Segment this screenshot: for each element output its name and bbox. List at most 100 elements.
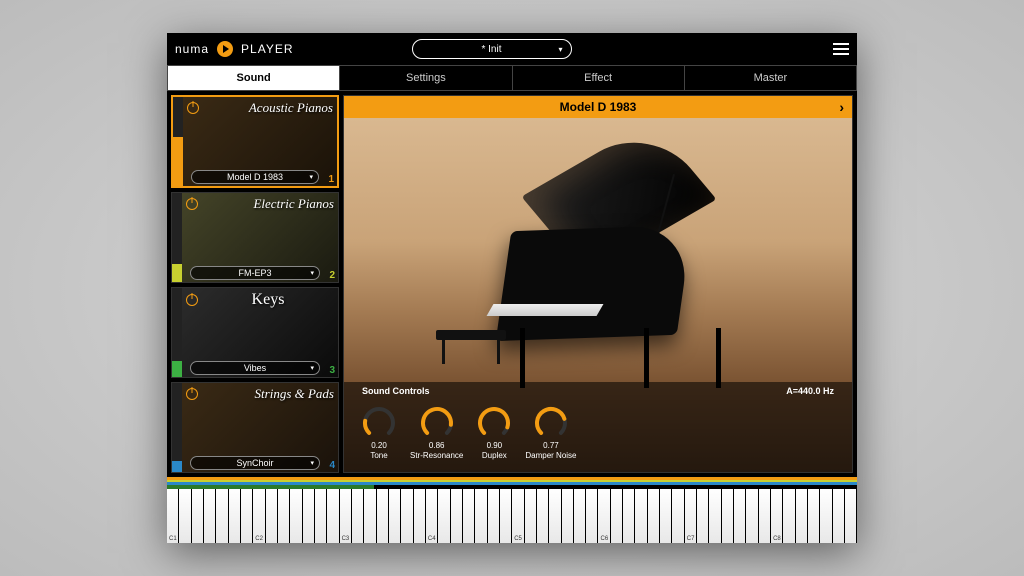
white-key[interactable] (377, 489, 389, 543)
brand-text-b: PLAYER (241, 42, 293, 56)
white-key[interactable] (216, 489, 228, 543)
white-key[interactable]: C3 (340, 489, 352, 543)
tab-effect[interactable]: Effect (513, 66, 685, 90)
white-key[interactable] (697, 489, 709, 543)
white-key[interactable]: C1 (167, 489, 179, 543)
white-key[interactable] (734, 489, 746, 543)
white-key[interactable] (475, 489, 487, 543)
hamburger-menu-icon[interactable] (833, 43, 849, 55)
white-key[interactable] (241, 489, 253, 543)
white-key[interactable] (820, 489, 832, 543)
white-key[interactable] (845, 489, 857, 543)
slot-4-title: Strings & Pads (202, 387, 334, 400)
grand-piano-graphic (484, 208, 744, 288)
white-key[interactable] (709, 489, 721, 543)
white-key[interactable] (648, 489, 660, 543)
octave-label: C2 (255, 536, 263, 542)
white-key[interactable] (303, 489, 315, 543)
white-key[interactable] (623, 489, 635, 543)
white-key[interactable] (672, 489, 684, 543)
preset-selector[interactable]: * Init (412, 39, 572, 59)
octave-label: C6 (600, 536, 608, 542)
white-key[interactable] (574, 489, 586, 543)
knob-duplex[interactable]: 0.90Duplex (477, 406, 511, 460)
play-logo-icon (217, 41, 233, 57)
slot-3[interactable]: Keys Vibes 3 (171, 287, 339, 378)
white-key[interactable] (401, 489, 413, 543)
white-key[interactable] (278, 489, 290, 543)
white-key[interactable] (722, 489, 734, 543)
white-key[interactable] (537, 489, 549, 543)
power-icon[interactable] (186, 388, 198, 400)
white-key[interactable] (500, 489, 512, 543)
slot-3-number: 3 (329, 365, 335, 376)
slot-2[interactable]: Electric Pianos FM-EP3 2 (171, 192, 339, 283)
white-key[interactable] (315, 489, 327, 543)
white-key[interactable] (759, 489, 771, 543)
white-key[interactable] (562, 489, 574, 543)
virtual-keyboard[interactable]: C1 C2 C3 C4 C5 C6 C7 C8 (167, 489, 857, 543)
slot-1-preset[interactable]: Model D 1983 (191, 170, 319, 184)
tab-master[interactable]: Master (685, 66, 856, 90)
tab-settings[interactable]: Settings (340, 66, 512, 90)
white-key[interactable] (796, 489, 808, 543)
tab-sound[interactable]: Sound (168, 66, 340, 90)
white-key[interactable] (204, 489, 216, 543)
controls-title: Sound Controls (362, 386, 430, 396)
body-area: Acoustic Pianos Model D 1983 1 Electric … (167, 91, 857, 477)
instrument-visual: Sound Controls A=440.0 Hz 0.20Tone 0.86S… (344, 118, 852, 472)
chevron-right-icon[interactable]: › (839, 99, 844, 115)
white-key[interactable]: C5 (512, 489, 524, 543)
white-key[interactable] (179, 489, 191, 543)
white-key[interactable] (833, 489, 845, 543)
slot-3-preset[interactable]: Vibes (190, 361, 320, 375)
white-key[interactable] (266, 489, 278, 543)
slot-2-preset[interactable]: FM-EP3 (190, 266, 320, 280)
knob-tone[interactable]: 0.20Tone (362, 406, 396, 460)
white-key[interactable] (364, 489, 376, 543)
white-key[interactable] (611, 489, 623, 543)
white-key[interactable]: C2 (253, 489, 265, 543)
white-key[interactable]: C8 (771, 489, 783, 543)
white-key[interactable] (635, 489, 647, 543)
white-key[interactable]: C7 (685, 489, 697, 543)
white-key[interactable]: C6 (598, 489, 610, 543)
white-key[interactable] (290, 489, 302, 543)
knob-str-resonance[interactable]: 0.86Str-Resonance (410, 406, 463, 460)
slot-1[interactable]: Acoustic Pianos Model D 1983 1 (171, 95, 339, 188)
header-bar: numa PLAYER * Init (167, 33, 857, 65)
tuning-readout: A=440.0 Hz (786, 386, 834, 396)
white-key[interactable] (463, 489, 475, 543)
octave-label: C7 (687, 536, 695, 542)
octave-label: C1 (169, 536, 177, 542)
white-key[interactable] (525, 489, 537, 543)
knob-damper-noise[interactable]: 0.77Damper Noise (525, 406, 576, 460)
white-key[interactable] (229, 489, 241, 543)
white-key[interactable] (451, 489, 463, 543)
power-icon[interactable] (186, 198, 198, 210)
power-icon[interactable] (186, 294, 198, 306)
instrument-header: Model D 1983 › (344, 96, 852, 118)
white-key[interactable] (488, 489, 500, 543)
white-key[interactable] (586, 489, 598, 543)
white-key[interactable] (549, 489, 561, 543)
white-key[interactable] (192, 489, 204, 543)
white-key[interactable] (783, 489, 795, 543)
slot-4-preset[interactable]: SynChoir (190, 456, 320, 470)
power-icon[interactable] (187, 102, 199, 114)
slot-2-title: Electric Pianos (202, 197, 334, 210)
slot-4-meter (172, 383, 182, 472)
white-key[interactable] (746, 489, 758, 543)
white-key[interactable] (660, 489, 672, 543)
white-key[interactable] (438, 489, 450, 543)
white-key[interactable] (352, 489, 364, 543)
knob-row: 0.20Tone 0.86Str-Resonance 0.90Duplex 0.… (354, 398, 842, 468)
white-key[interactable] (414, 489, 426, 543)
slot-4[interactable]: Strings & Pads SynChoir 4 (171, 382, 339, 473)
white-key[interactable] (389, 489, 401, 543)
slot-3-meter (172, 288, 182, 377)
main-tabs: Sound Settings Effect Master (167, 65, 857, 91)
white-key[interactable] (808, 489, 820, 543)
white-key[interactable]: C4 (426, 489, 438, 543)
white-key[interactable] (327, 489, 339, 543)
